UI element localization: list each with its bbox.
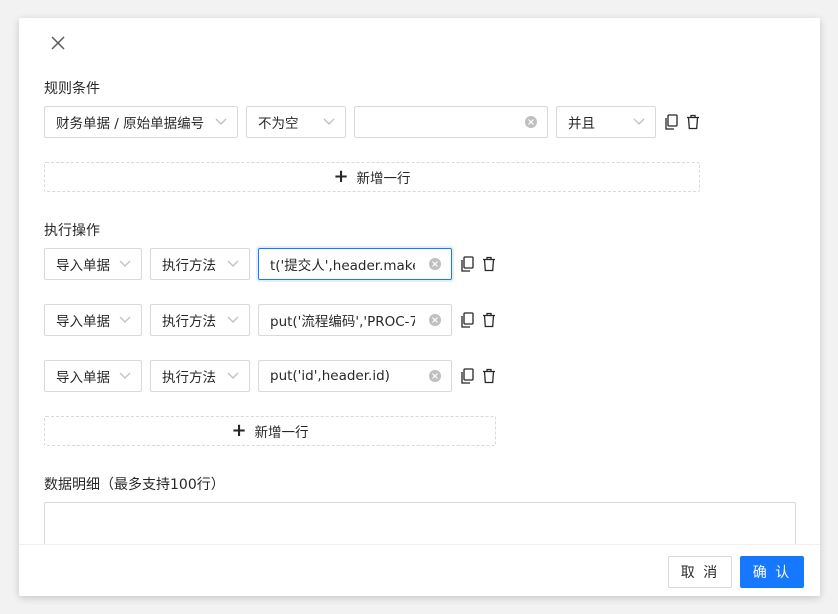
delete-icon[interactable] xyxy=(686,114,700,130)
action-target-value: 导入单据 xyxy=(56,314,110,330)
clear-icon[interactable] xyxy=(429,258,441,270)
action-target-select[interactable]: 导入单据 xyxy=(44,304,142,336)
action-row: 导入单据 执行方法 t('提交人',header.maker) xyxy=(44,248,504,280)
chevron-down-icon xyxy=(227,372,239,379)
action-value-input[interactable]: put('流程编码','PROC-70 xyxy=(258,304,452,336)
delete-icon[interactable] xyxy=(482,312,496,328)
condition-field-value: 财务单据 / 原始单据编号 xyxy=(56,116,205,132)
action-method-value: 执行方法 xyxy=(162,258,216,274)
action-method-select[interactable]: 执行方法 xyxy=(150,304,250,336)
chevron-down-icon xyxy=(633,118,645,125)
modal-footer: 取 消 确 认 xyxy=(19,544,820,596)
data-detail-title: 数据明细（最多支持100行） xyxy=(44,477,225,493)
clear-icon[interactable] xyxy=(429,314,441,326)
action-value-text: t('提交人',header.maker) xyxy=(270,258,415,274)
rule-conditions-title: 规则条件 xyxy=(44,81,100,97)
add-action-label: 新增一行 xyxy=(254,425,309,441)
actions-title: 执行操作 xyxy=(44,223,100,239)
delete-icon[interactable] xyxy=(482,368,496,384)
condition-value-input[interactable] xyxy=(354,106,548,138)
chevron-down-icon xyxy=(215,118,227,125)
clear-icon[interactable] xyxy=(525,116,537,128)
copy-icon[interactable] xyxy=(460,368,474,384)
action-target-value: 导入单据 xyxy=(56,370,110,386)
chevron-down-icon xyxy=(227,260,239,267)
copy-icon[interactable] xyxy=(664,114,678,130)
add-action-button[interactable]: + 新增一行 xyxy=(44,416,496,446)
action-row: 导入单据 执行方法 put('id',header.id) xyxy=(44,360,504,392)
condition-field-select[interactable]: 财务单据 / 原始单据编号 xyxy=(44,106,238,138)
action-value-text: put('id',header.id) xyxy=(270,368,390,384)
add-condition-button[interactable]: + 新增一行 xyxy=(44,162,700,192)
plus-icon: + xyxy=(333,166,349,187)
close-icon[interactable] xyxy=(49,34,67,52)
chevron-down-icon xyxy=(119,316,131,323)
copy-icon[interactable] xyxy=(460,256,474,272)
chevron-down-icon xyxy=(323,118,335,125)
action-target-value: 导入单据 xyxy=(56,258,110,274)
chevron-down-icon xyxy=(119,260,131,267)
add-condition-label: 新增一行 xyxy=(356,171,411,187)
action-target-select[interactable]: 导入单据 xyxy=(44,360,142,392)
condition-operator-select[interactable]: 不为空 xyxy=(246,106,346,138)
action-method-select[interactable]: 执行方法 xyxy=(150,248,250,280)
action-value-input[interactable]: t('提交人',header.maker) xyxy=(258,248,452,280)
condition-logic-select[interactable]: 并且 xyxy=(556,106,656,138)
chevron-down-icon xyxy=(227,316,239,323)
action-method-select[interactable]: 执行方法 xyxy=(150,360,250,392)
condition-row: 财务单据 / 原始单据编号 不为空 并且 xyxy=(44,106,724,138)
copy-icon[interactable] xyxy=(460,312,474,328)
plus-icon: + xyxy=(231,420,247,441)
action-method-value: 执行方法 xyxy=(162,314,216,330)
condition-logic-value: 并且 xyxy=(568,116,595,132)
cancel-button[interactable]: 取 消 xyxy=(668,556,732,588)
confirm-button[interactable]: 确 认 xyxy=(740,556,804,588)
action-value-text: put('流程编码','PROC-70 xyxy=(270,314,415,330)
condition-operator-value: 不为空 xyxy=(258,116,299,132)
rule-modal: 规则条件 财务单据 / 原始单据编号 不为空 并且 + 新增一行 执行操作 导入… xyxy=(19,18,820,596)
action-value-input[interactable]: put('id',header.id) xyxy=(258,360,452,392)
clear-icon[interactable] xyxy=(429,370,441,382)
delete-icon[interactable] xyxy=(482,256,496,272)
action-method-value: 执行方法 xyxy=(162,370,216,386)
action-target-select[interactable]: 导入单据 xyxy=(44,248,142,280)
chevron-down-icon xyxy=(119,372,131,379)
action-row: 导入单据 执行方法 put('流程编码','PROC-70 xyxy=(44,304,504,336)
